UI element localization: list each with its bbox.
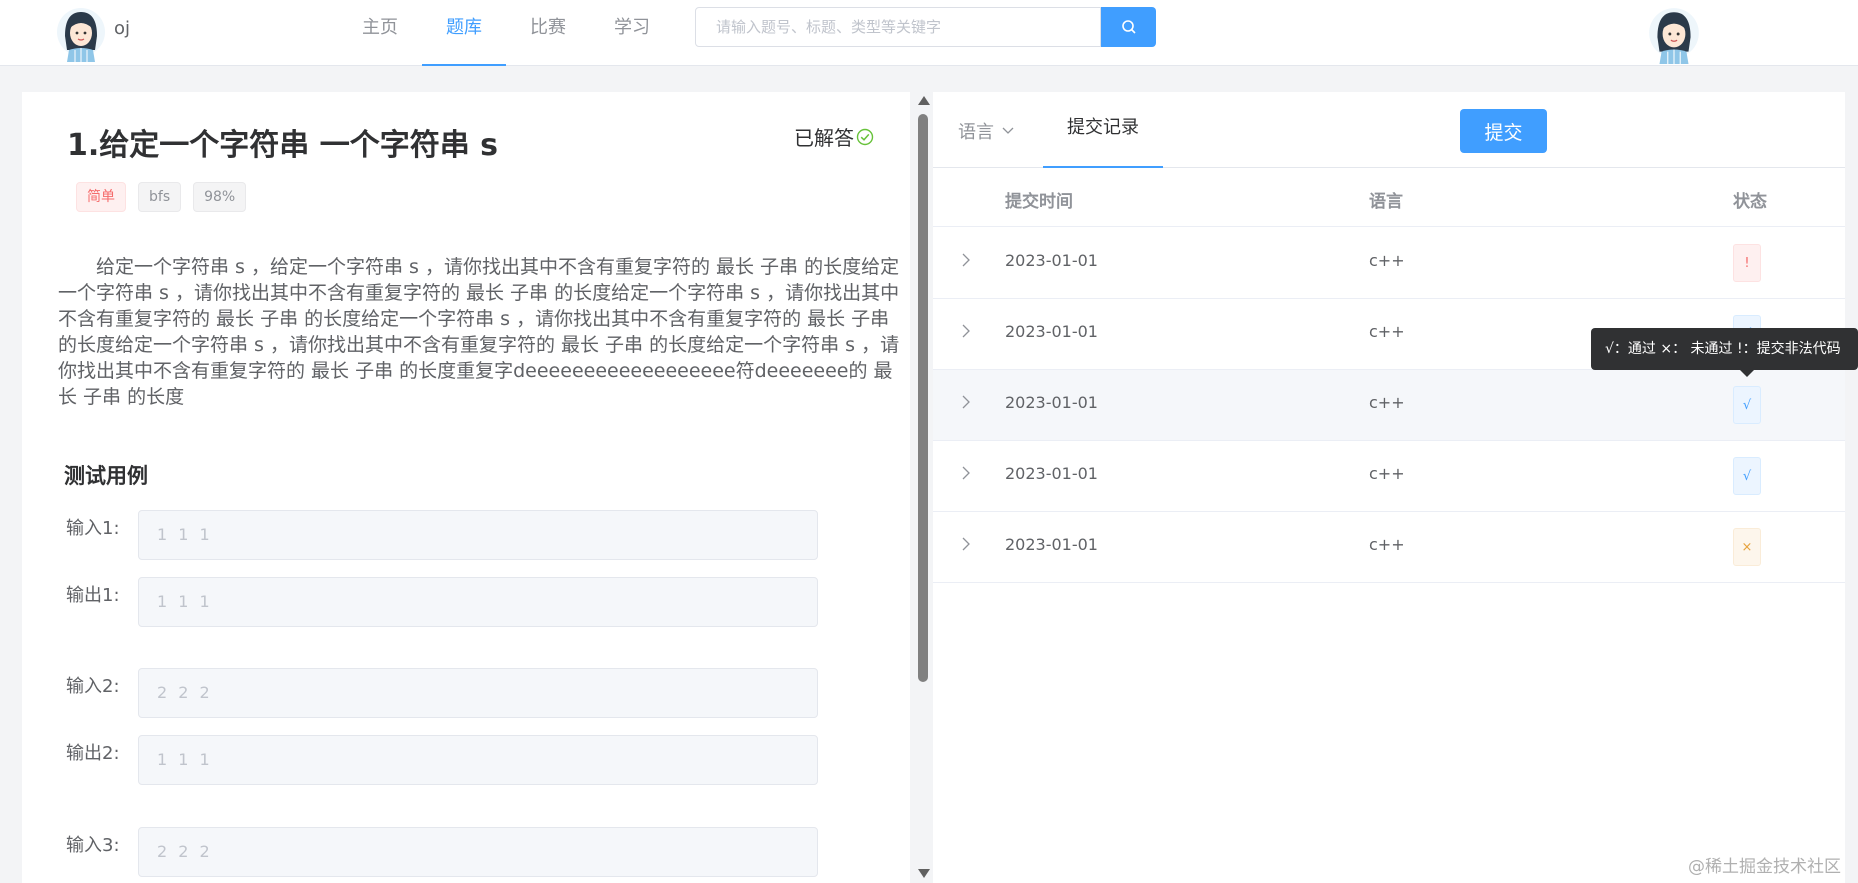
test-case-row: 输入1: 1 1 1 [66, 510, 818, 560]
io-label: 输入1: [66, 518, 120, 539]
table-row[interactable]: 2023-01-01 c++ ! [933, 228, 1845, 299]
pass-rate-tag: 98% [193, 182, 247, 212]
io-label: 输出1: [66, 585, 120, 606]
problem-tags: 简单 bfs 98% [76, 182, 247, 212]
table-row[interactable]: 2023-01-01 c++ √ [933, 441, 1845, 512]
logo-avatar-icon[interactable] [55, 6, 107, 62]
io-value-box: 1 1 1 [138, 735, 818, 785]
chevron-right-icon[interactable] [959, 395, 973, 409]
chevron-down-icon [1002, 127, 1014, 134]
language: c++ [1369, 322, 1405, 341]
col-submit-time: 提交时间 [1005, 192, 1073, 212]
brand-name[interactable]: oj [114, 18, 130, 39]
search-button[interactable] [1101, 7, 1156, 47]
scroll-down-arrow-icon[interactable] [918, 869, 930, 878]
io-value-box: 1 1 1 [138, 510, 818, 560]
col-status: 状态 [1733, 192, 1767, 212]
table-row[interactable]: 2023-01-01 c++ √ [933, 370, 1845, 441]
chevron-right-icon[interactable] [959, 466, 973, 480]
solved-label: 已解答 [794, 126, 854, 150]
problem-description: 给定一个字符串 s ，给定一个字符串 s ，请你找出其中不含有重复字符的 最长 … [58, 256, 900, 408]
type-tag: bfs [138, 182, 182, 212]
test-case-row: 输出1: 1 1 1 [66, 577, 818, 627]
tooltip-arrow [1740, 370, 1754, 377]
test-cases-title: 测试用例 [64, 464, 148, 488]
language: c++ [1369, 393, 1405, 412]
io-label: 输入2: [66, 676, 120, 697]
language: c++ [1369, 251, 1405, 270]
tab-submission-records[interactable]: 提交记录 [1043, 92, 1163, 168]
test-case-row: 输入3: 2 2 2 [66, 827, 818, 877]
table-header: 提交时间 语言 状态 [933, 169, 1845, 227]
test-case-row: 输入2: 2 2 2 [66, 668, 818, 718]
check-circle-icon [856, 128, 874, 145]
top-header: oj 主页 题库 比赛 学习 [0, 0, 1858, 66]
nav-learn[interactable]: 学习 [590, 0, 674, 66]
solved-status: 已解答 [794, 122, 874, 151]
status-legend-tooltip: √：通过 ×： 未通过 !：提交非法代码 [1591, 328, 1858, 370]
table-row[interactable]: 2023-01-01 c++ × [933, 512, 1845, 583]
io-label: 输出2: [66, 743, 120, 764]
test-case-row: 输出2: 1 1 1 [66, 735, 818, 785]
language: c++ [1369, 535, 1405, 554]
tab-language-label: 语言 [958, 122, 994, 143]
chevron-right-icon[interactable] [959, 324, 973, 338]
io-value-box: 1 1 1 [138, 577, 818, 627]
submit-time: 2023-01-01 [1005, 464, 1098, 483]
status-badge[interactable]: ! [1733, 244, 1761, 282]
submit-time: 2023-01-01 [1005, 535, 1098, 554]
nav-home[interactable]: 主页 [338, 0, 422, 66]
submission-panel: 语言 提交记录 提交 提交时间 语言 状态 2023-01-01 c++ ! 2… [933, 92, 1845, 883]
col-language: 语言 [1369, 192, 1403, 212]
status-badge[interactable]: √ [1733, 457, 1761, 495]
io-value-box: 2 2 2 [138, 827, 818, 877]
scroll-thumb[interactable] [918, 114, 928, 682]
search-input[interactable] [695, 7, 1101, 47]
user-avatar-icon[interactable] [1645, 6, 1703, 64]
left-scrollbar[interactable] [916, 96, 930, 878]
chevron-right-icon[interactable] [959, 537, 973, 551]
submit-time: 2023-01-01 [1005, 393, 1098, 412]
io-value-box: 2 2 2 [138, 668, 818, 718]
nav-contests[interactable]: 比赛 [506, 0, 590, 66]
chevron-right-icon[interactable] [959, 253, 973, 267]
status-badge[interactable]: √ [1733, 386, 1761, 424]
main-nav: 主页 题库 比赛 学习 [338, 0, 674, 66]
search-icon [1121, 20, 1136, 34]
submit-time: 2023-01-01 [1005, 251, 1098, 270]
problem-title: 1.给定一个字符串 一个字符串 s [67, 128, 499, 163]
scroll-up-arrow-icon[interactable] [918, 96, 930, 105]
language: c++ [1369, 464, 1405, 483]
tab-language[interactable]: 语言 [958, 118, 1014, 144]
io-label: 输入3: [66, 835, 120, 856]
submit-button[interactable]: 提交 [1460, 109, 1547, 153]
problem-panel: 1.给定一个字符串 一个字符串 s 已解答 简单 bfs 98% 给定一个字符串… [22, 92, 910, 883]
panel-tabs: 语言 提交记录 提交 [933, 92, 1845, 168]
difficulty-tag: 简单 [76, 182, 126, 212]
watermark: @稀土掘金技术社区 [1688, 857, 1841, 877]
nav-problems[interactable]: 题库 [422, 0, 506, 66]
status-badge[interactable]: × [1733, 528, 1761, 566]
submit-time: 2023-01-01 [1005, 322, 1098, 341]
